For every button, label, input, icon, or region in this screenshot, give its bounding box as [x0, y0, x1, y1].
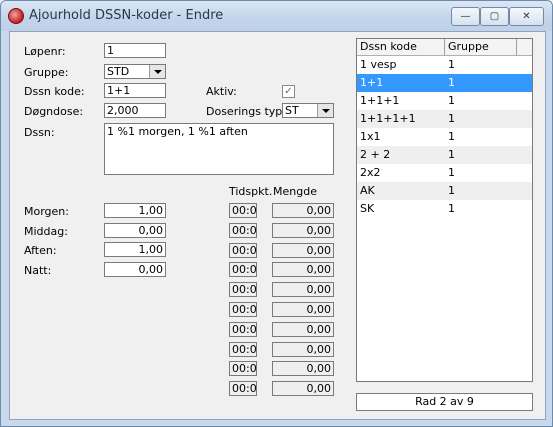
schedule-amount-field[interactable]: 0,00	[272, 262, 334, 278]
aften-label: Aften:	[24, 244, 57, 257]
grid-cell-gruppe: 1	[448, 58, 455, 71]
grid-row[interactable]: 1+1+1+1 1	[357, 110, 532, 128]
grid-header-kode[interactable]: Dssn kode	[357, 39, 445, 55]
grid-cell-kode: 1 vesp	[360, 58, 397, 71]
maximize-button[interactable]: ▢	[480, 7, 509, 26]
grid-header-gruppe[interactable]: Gruppe	[445, 39, 517, 55]
grid-row[interactable]: 2 + 2 1	[357, 146, 532, 164]
grid-cell-kode: AK	[360, 184, 375, 197]
aktiv-checkbox[interactable]: ✓	[282, 85, 295, 98]
schedule-time-field[interactable]: 00:00	[229, 222, 257, 238]
grid-cell-kode: 1+1+1+1	[360, 112, 416, 125]
lopenr-field[interactable]: 1	[104, 43, 166, 58]
dssn-grid[interactable]: Dssn kode Gruppe 1 vesp 1 1+1 1 1+1+1 1 1+1+1+…	[356, 38, 533, 382]
grid-row[interactable]: 1+1+1 1	[357, 92, 532, 110]
window-title: Ajourhold DSSN-koder - Endre	[29, 8, 224, 23]
schedule-amount-field[interactable]: 0,00	[272, 341, 334, 357]
grid-cell-gruppe: 1	[448, 184, 455, 197]
grid-row[interactable]: 1 vesp 1	[357, 56, 532, 74]
schedule-time-field[interactable]: 00:00	[229, 321, 257, 337]
grid-cell-kode: 1+1	[360, 76, 384, 89]
schedule-amount-field[interactable]: 0,00	[272, 282, 334, 298]
grid-cell-gruppe: 1	[448, 148, 455, 161]
doserings-type-label: Doserings type:	[206, 105, 293, 118]
schedule-amount-field[interactable]: 0,00	[272, 361, 334, 377]
doserings-type-combo[interactable]: ST	[282, 103, 334, 118]
morgen-label: Morgen:	[24, 205, 69, 218]
grid-header: Dssn kode Gruppe	[357, 39, 532, 56]
schedule-time-field[interactable]: 00:00	[229, 341, 257, 357]
schedule-amount-field[interactable]: 0,00	[272, 302, 334, 317]
dogndose-label: Døgndose:	[24, 105, 84, 118]
middag-label: Middag:	[24, 225, 68, 238]
schedule-time-field[interactable]: 00:00	[229, 242, 257, 258]
gruppe-value: STD	[107, 65, 130, 78]
natt-label: Natt:	[24, 264, 52, 277]
schedule-amount-field[interactable]: 0,00	[272, 242, 334, 258]
schedule-amount-field[interactable]: 0,00	[272, 222, 334, 238]
middag-field[interactable]: 0,00	[104, 223, 166, 238]
doserings-type-value: ST	[285, 104, 299, 117]
grid-cell-gruppe: 1	[448, 94, 455, 107]
lopenr-label: Løpenr:	[24, 45, 66, 58]
natt-field[interactable]: 0,00	[104, 262, 166, 277]
form-panel: Løpenr: 1 Gruppe: STD Dssn kode: 1+1 Akt…	[9, 31, 546, 420]
grid-cell-gruppe: 1	[448, 202, 455, 215]
schedule-time-field[interactable]: 00:00	[229, 262, 257, 278]
dogndose-field[interactable]: 2,000	[104, 103, 166, 118]
grid-row[interactable]: 1+1 1	[357, 74, 532, 92]
grid-row[interactable]: 1x1 1	[357, 128, 532, 146]
schedule-time-field[interactable]: 00:00	[229, 302, 257, 317]
grid-row[interactable]: AK 1	[357, 182, 532, 200]
title-bar: Ajourhold DSSN-koder - Endre — ▢ ✕	[1, 1, 552, 31]
gruppe-dropdown-button[interactable]	[149, 65, 165, 78]
grid-row[interactable]: SK 1	[357, 200, 532, 218]
grid-cell-kode: 1x1	[360, 130, 381, 143]
close-button[interactable]: ✕	[509, 7, 544, 26]
schedule-time-field[interactable]: 00:00	[229, 361, 257, 377]
grid-cell-kode: 2x2	[360, 166, 381, 179]
chevron-down-icon	[153, 69, 162, 74]
morgen-field[interactable]: 1,00	[104, 203, 166, 218]
grid-cell-gruppe: 1	[448, 76, 455, 89]
dssn-textarea[interactable]: 1 %1 morgen, 1 %1 aften	[104, 123, 334, 175]
grid-cell-kode: SK	[360, 202, 375, 215]
tidspkt-header: Tidspkt.	[229, 185, 273, 198]
aften-field[interactable]: 1,00	[104, 242, 166, 257]
grid-row[interactable]: 2x2 1	[357, 164, 532, 182]
chevron-down-icon	[321, 108, 330, 113]
minimize-button[interactable]: —	[451, 7, 480, 26]
mengde-header: Mengde	[273, 185, 317, 198]
schedule-amount-field[interactable]: 0,00	[272, 321, 334, 337]
schedule-time-field[interactable]: 00:00	[229, 203, 257, 218]
schedule-time-field[interactable]: 00:00	[229, 381, 257, 397]
grid-cell-kode: 1+1+1	[360, 94, 400, 107]
schedule-amount-field[interactable]: 0,00	[272, 381, 334, 397]
dssn-label: Dssn:	[24, 126, 55, 139]
dssn-kode-field[interactable]: 1+1	[104, 83, 166, 98]
gruppe-label: Gruppe:	[24, 66, 69, 79]
app-window: Ajourhold DSSN-koder - Endre — ▢ ✕ Løpen…	[0, 0, 553, 427]
grid-cell-gruppe: 1	[448, 166, 455, 179]
gruppe-combo[interactable]: STD	[104, 64, 166, 79]
aktiv-label: Aktiv:	[206, 85, 237, 98]
app-icon	[8, 8, 24, 24]
doserings-type-dropdown-button[interactable]	[317, 104, 333, 117]
row-status: Rad 2 av 9	[356, 393, 533, 411]
grid-cell-gruppe: 1	[448, 130, 455, 143]
schedule-time-field[interactable]: 00:00	[229, 282, 257, 298]
grid-cell-gruppe: 1	[448, 112, 455, 125]
schedule-amount-field[interactable]: 0,00	[272, 203, 334, 218]
grid-cell-kode: 2 + 2	[360, 148, 391, 161]
dssn-kode-label: Dssn kode:	[24, 85, 85, 98]
